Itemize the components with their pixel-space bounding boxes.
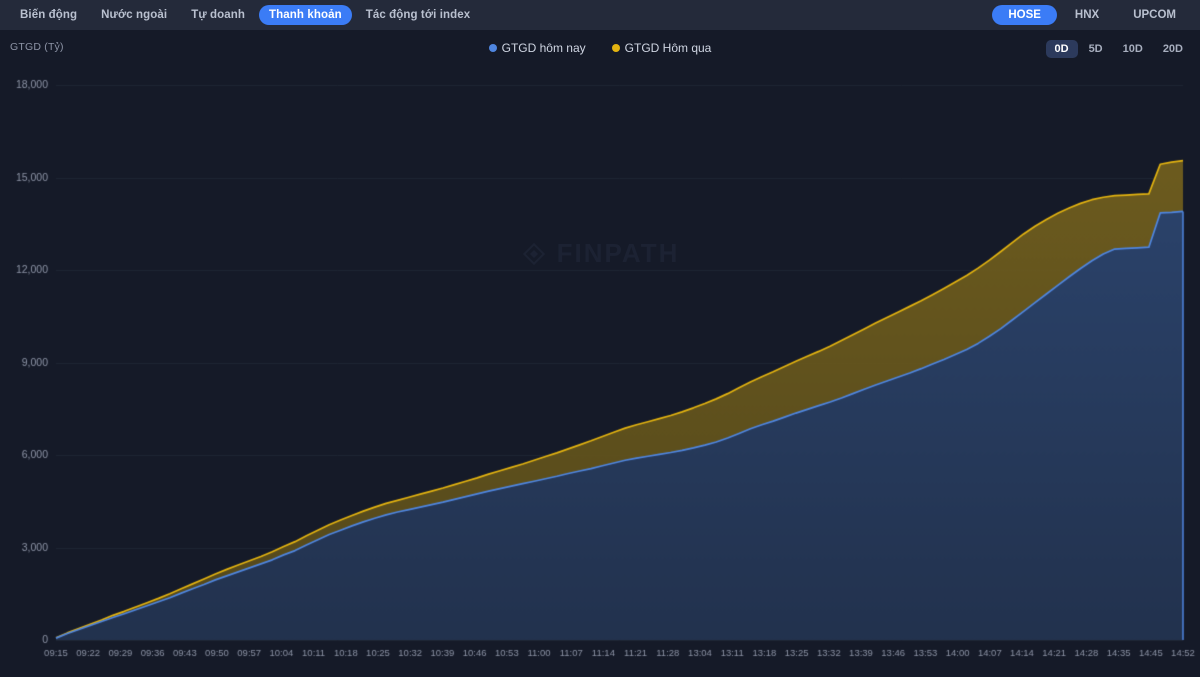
chart-legend: GTGD hôm nay GTGD Hôm qua [0,41,1200,55]
tab-3[interactable]: Thanh khoản [259,5,352,25]
legend-color-swatch-icon [611,44,620,52]
range-button-5d[interactable]: 5D [1080,40,1112,58]
tab-0[interactable]: Biến động [10,5,87,25]
legend-color-swatch-icon [488,44,497,52]
liquidity-chart-page: Biến động Nước ngoài Tự doanh Thanh khoản Tá… [0,0,1200,677]
exchange-tab-upcom[interactable]: UPCOM [1117,5,1192,25]
legend-label: GTGD hôm nay [501,41,586,55]
liquidity-area-chart[interactable] [0,62,1200,677]
tab-1[interactable]: Nước ngoài [91,5,177,25]
top-tab-bar: Biến động Nước ngoài Tự doanh Thanh khoản Tá… [0,0,1200,30]
range-selector: 0D 5D 10D 20D [1045,40,1193,58]
tab-2[interactable]: Tự doanh [181,5,255,25]
legend-item-0[interactable]: GTGD hôm nay [488,41,586,55]
section-tabs: Biến động Nước ngoài Tự doanh Thanh khoản Tá… [0,5,480,25]
y-axis-title: GTGD (Tỷ) [10,41,64,53]
range-button-20d[interactable]: 20D [1154,40,1192,58]
tab-4[interactable]: Tác động tới index [356,5,481,25]
range-button-10d[interactable]: 10D [1114,40,1152,58]
legend-item-1[interactable]: GTGD Hôm qua [611,41,712,55]
exchange-tabs: HOSE HNX UPCOM [992,0,1192,30]
exchange-tab-hnx[interactable]: HNX [1059,5,1115,25]
chart-plot-area[interactable] [0,62,1200,677]
exchange-tab-hose[interactable]: HOSE [992,5,1057,25]
legend-label: GTGD Hôm qua [624,41,712,55]
range-button-0d[interactable]: 0D [1045,40,1078,58]
